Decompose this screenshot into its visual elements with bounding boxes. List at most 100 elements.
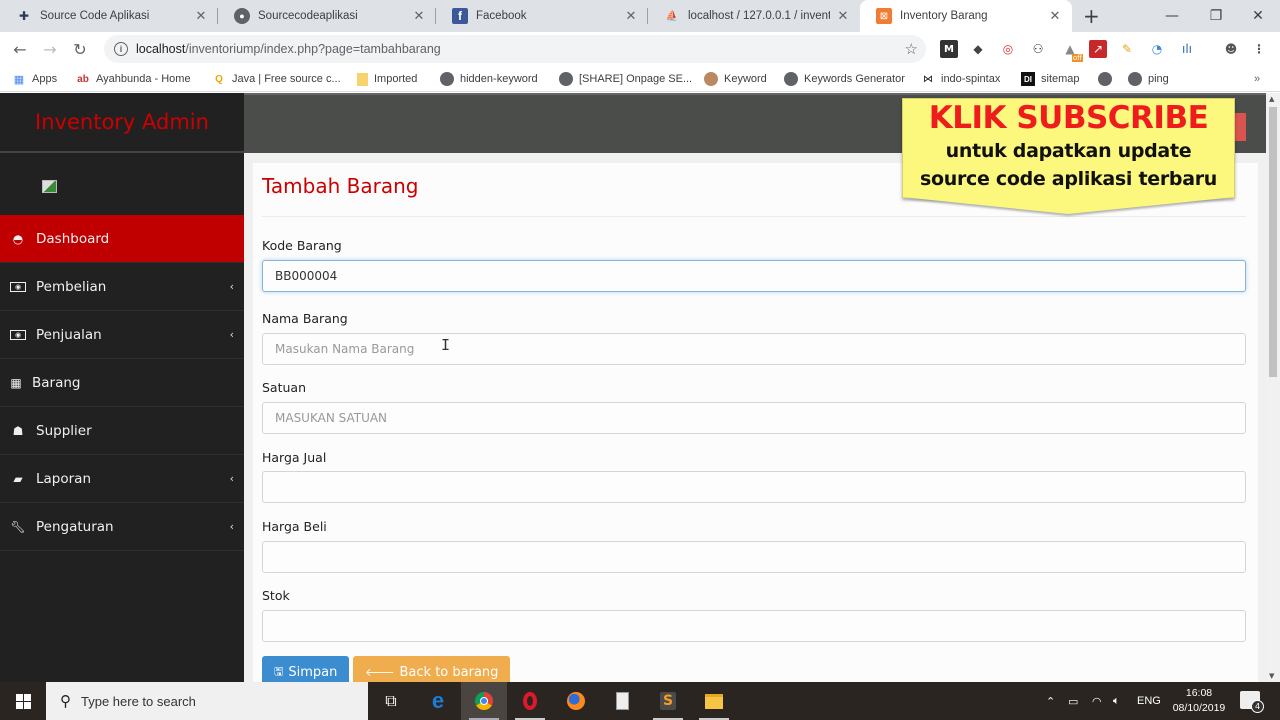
- sidebar-item-barang[interactable]: ▦ Barang: [0, 359, 244, 407]
- close-tab-icon[interactable]: ✕: [412, 8, 426, 24]
- stok-input[interactable]: [262, 610, 1246, 642]
- sidebar-item-pembelian[interactable]: ◉ Pembelian ‹: [0, 263, 244, 311]
- edge-browser-icon[interactable]: e: [415, 682, 461, 720]
- color-picker-extension-icon[interactable]: ✎: [1118, 40, 1136, 58]
- globe-icon: [559, 72, 573, 86]
- new-tab-button[interactable]: +: [1083, 4, 1100, 28]
- taskbar-search-box[interactable]: ⚲ Type here to search: [46, 682, 368, 720]
- firefox-icon[interactable]: [553, 682, 599, 720]
- group-extension-icon[interactable]: ⚇: [1029, 40, 1047, 58]
- reload-icon[interactable]: ↻: [68, 37, 92, 61]
- nama-barang-label: Nama Barang: [262, 311, 348, 326]
- bookmark-ayahbunda[interactable]: ab Ayahbunda - Home: [76, 70, 190, 88]
- bookmark-globe[interactable]: [1098, 70, 1118, 88]
- back-to-barang-button[interactable]: 🡐 Back to barang: [353, 656, 511, 682]
- globe-icon: [1098, 72, 1112, 86]
- kode-barang-label: Kode Barang: [262, 238, 342, 253]
- face-icon: [704, 72, 718, 86]
- bookmark-share-onpage[interactable]: [SHARE] Onpage SE...: [559, 70, 692, 88]
- show-hidden-icons-button[interactable]: ⌃: [1046, 682, 1055, 720]
- bookmark-sitemap[interactable]: DI sitemap: [1021, 70, 1080, 88]
- browser-toolbar: ← → ↻ i localhost/inventoriump/index.php…: [0, 32, 1280, 66]
- scrollbar-thumb[interactable]: [1269, 107, 1277, 377]
- harga-beli-input[interactable]: [262, 541, 1246, 573]
- close-window-button[interactable]: ✕: [1236, 0, 1280, 32]
- bookmark-star-icon[interactable]: ☆: [905, 40, 918, 58]
- di-icon: DI: [1021, 72, 1035, 86]
- harga-jual-input[interactable]: [262, 471, 1246, 503]
- sidebar-item-penjualan[interactable]: ◉ Penjualan ‹: [0, 311, 244, 359]
- satuan-input[interactable]: [262, 402, 1246, 434]
- sidebar-item-supplier[interactable]: ☗ Supplier: [0, 407, 244, 455]
- sidebar-item-laporan[interactable]: ▰ Laporan ‹: [0, 455, 244, 503]
- close-tab-icon[interactable]: ✕: [836, 8, 850, 24]
- ab-icon: ab: [77, 73, 89, 85]
- close-tab-icon[interactable]: ✕: [624, 8, 638, 24]
- sublime-text-icon[interactable]: S: [645, 682, 691, 720]
- folder-icon: [357, 72, 368, 86]
- tab-inventory-barang[interactable]: ⊠ Inventory Barang ✕: [860, 0, 1072, 32]
- back-arrow-icon[interactable]: ←: [8, 37, 32, 61]
- close-tab-icon[interactable]: ✕: [194, 8, 208, 24]
- bookmark-apps[interactable]: ▦ Apps: [12, 70, 57, 88]
- kode-barang-input[interactable]: [262, 260, 1246, 292]
- battery-icon[interactable]: ▭: [1068, 682, 1078, 720]
- brand-title[interactable]: Inventory Admin: [0, 93, 244, 153]
- bookmark-keywords-generator[interactable]: Keywords Generator: [784, 70, 905, 88]
- address-bar[interactable]: i localhost/inventoriump/index.php?page=…: [104, 35, 926, 63]
- info-icon[interactable]: i: [114, 42, 128, 56]
- target-extension-icon[interactable]: ◎: [999, 40, 1017, 58]
- bookmarks-bar: ▦ Apps ab Ayahbunda - Home Q Java | Free so…: [0, 66, 1280, 92]
- sidebar-item-pengaturan[interactable]: 🔧︎ Pengaturan ‹: [0, 503, 244, 551]
- bookmark-java[interactable]: Q Java | Free source c...: [212, 70, 341, 88]
- broken-image-icon: [42, 180, 57, 193]
- eraser-extension-icon[interactable]: ◆: [969, 40, 987, 58]
- opera-icon[interactable]: [507, 682, 553, 720]
- page-scrollbar[interactable]: ▲ ▼: [1266, 93, 1280, 682]
- tab-sourcecodeaplikasi[interactable]: ● Sourcecodeaplikasi ✕: [218, 0, 436, 32]
- arrow-left-icon: 🡐: [365, 666, 395, 679]
- clock-date: 08/10/2019: [1172, 702, 1226, 714]
- off-extension-icon[interactable]: ▲ off: [1061, 40, 1083, 62]
- bookmark-ping[interactable]: ping: [1128, 70, 1169, 88]
- forward-arrow-icon[interactable]: →: [38, 37, 62, 61]
- file-explorer-icon[interactable]: [691, 682, 737, 720]
- scroll-up-arrow-icon[interactable]: ▲: [1269, 95, 1274, 103]
- users-icon: ☗: [12, 423, 24, 438]
- m-extension-icon[interactable]: M: [940, 40, 958, 58]
- sidebar-item-dashboard[interactable]: ◓ Dashboard: [0, 215, 244, 263]
- tab-phpmyadmin[interactable]: ⛵ localhost / 127.0.0.1 / inventory ✕: [648, 0, 860, 32]
- tab-source-code-aplikasi[interactable]: ✚ Source Code Aplikasi ✕: [0, 0, 218, 32]
- bookmark-hidden-keyword[interactable]: hidden-keyword: [440, 70, 538, 88]
- clock[interactable]: 16:08 08/10/2019: [1168, 686, 1230, 716]
- chart-extension-icon[interactable]: ılı: [1178, 40, 1196, 58]
- nama-barang-input[interactable]: [262, 333, 1246, 365]
- volume-icon[interactable]: 🔈︎: [1113, 682, 1120, 720]
- bookmark-keyword[interactable]: Keyword: [704, 70, 767, 88]
- wifi-icon[interactable]: ◠: [1092, 682, 1102, 720]
- java-icon: Q: [215, 73, 223, 85]
- chrome-icon[interactable]: [461, 682, 507, 720]
- save-button[interactable]: 🖫︎ Simpan: [262, 656, 350, 682]
- start-button[interactable]: [0, 682, 46, 720]
- action-center-icon[interactable]: 4: [1240, 691, 1264, 713]
- bookmarks-overflow-button[interactable]: »: [1254, 70, 1260, 88]
- close-tab-icon[interactable]: ✕: [1048, 8, 1062, 24]
- add-item-panel: Tambah Barang Kode Barang Nama Barang Sa…: [253, 163, 1258, 682]
- arrow-extension-icon[interactable]: ↗: [1089, 40, 1107, 58]
- tab-facebook[interactable]: f Facebook ✕: [436, 0, 648, 32]
- apps-grid-icon: ▦: [13, 73, 25, 86]
- profile-avatar-icon[interactable]: ☻: [1222, 40, 1240, 58]
- gauge-extension-icon[interactable]: ◔: [1148, 40, 1166, 58]
- bookmark-imported[interactable]: Imported: [357, 70, 417, 88]
- calculator-icon[interactable]: [599, 682, 645, 720]
- language-indicator[interactable]: ENG: [1137, 682, 1161, 720]
- minimize-button[interactable]: —: [1150, 0, 1194, 32]
- task-view-icon[interactable]: ⧉: [368, 682, 414, 720]
- harga-beli-label: Harga Beli: [262, 519, 327, 534]
- clock-time: 16:08: [1185, 687, 1213, 699]
- bookmark-indo-spintax[interactable]: ⋈ indo-spintax: [921, 70, 1000, 88]
- scroll-down-arrow-icon[interactable]: ▼: [1269, 672, 1274, 680]
- menu-kebab-icon[interactable]: ⋮: [1250, 40, 1268, 58]
- maximize-button[interactable]: ❐: [1194, 0, 1238, 32]
